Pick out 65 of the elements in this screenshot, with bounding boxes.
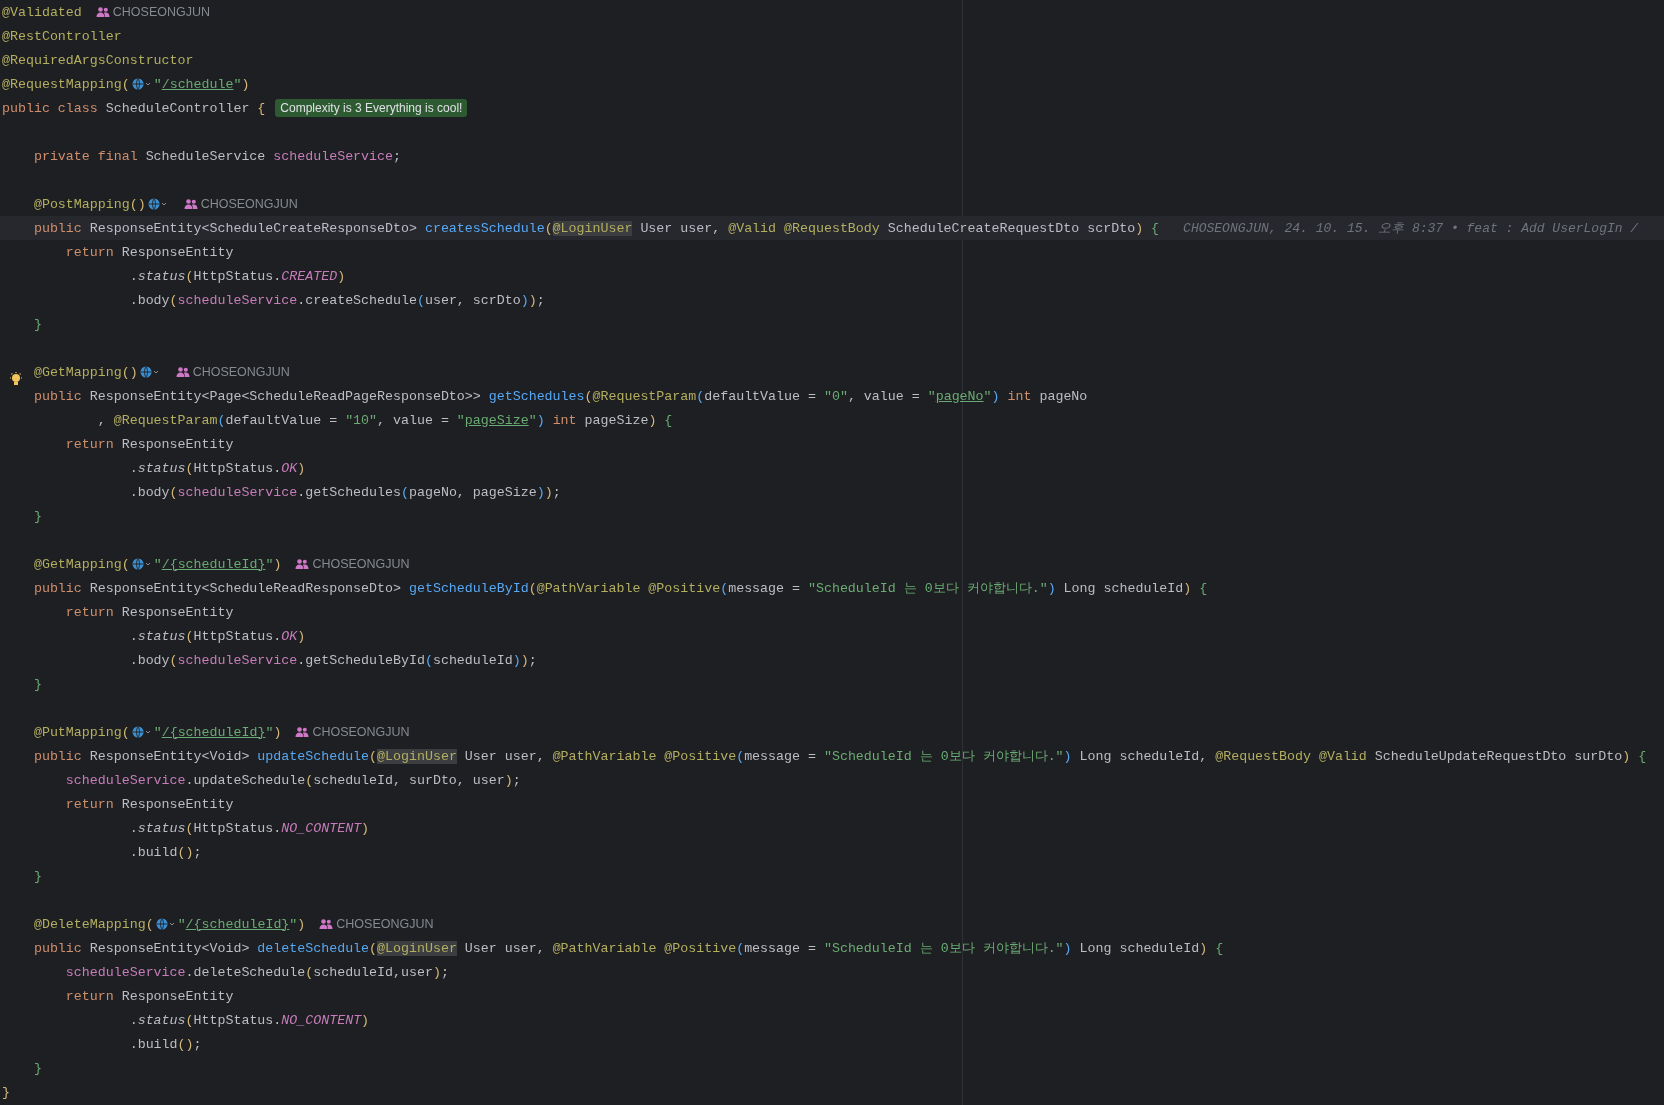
people-icon[interactable] [183, 198, 198, 210]
code-text: return ResponseEntity [64, 436, 234, 452]
complexity-badge: Complexity is 3 Everything is cool! [275, 99, 468, 117]
author-name: CHOSEONGJUN [200, 197, 298, 211]
globe-icon[interactable] [130, 725, 153, 739]
code-text: } [32, 508, 42, 524]
globe-icon[interactable] [154, 917, 177, 931]
globe-icon[interactable] [138, 365, 161, 379]
code-text: @DeleteMapping( [32, 916, 154, 932]
blame-annotation: CHOSEONGJUN, 24. 10. 15. 오후 8:37 • feat : Add UserLogIn / [1183, 220, 1639, 237]
people-icon[interactable] [95, 6, 110, 18]
code-text: @Validated [2, 4, 82, 20]
code-text: scheduleService.updateSchedule(scheduleId, surDto, user); [64, 772, 521, 788]
code-text: .status(HttpStatus.NO_CONTENT) [128, 1012, 370, 1028]
code-text: return ResponseEntity [64, 604, 234, 620]
code-text: public class ScheduleController { [2, 100, 266, 116]
code-text: @GetMapping( [32, 556, 130, 572]
code-text: return ResponseEntity [64, 988, 234, 1004]
code-text: } [32, 1060, 42, 1076]
code-text: , @RequestParam(defaultValue = "10", value = "pageSize") int pageSize) { [96, 412, 673, 428]
globe-icon[interactable] [130, 77, 153, 91]
code-text: "/{scheduleId}") [177, 916, 306, 932]
code-text: @RestController [2, 28, 122, 44]
code-text: return ResponseEntity [64, 244, 234, 260]
code-text: } [32, 868, 42, 884]
author-name: CHOSEONGJUN [192, 365, 290, 379]
code-text: "/{scheduleId}") [153, 724, 282, 740]
code-text: @RequiredArgsConstructor [2, 52, 194, 68]
code-text: public ResponseEntity<Void> deleteSchedule(@LoginUser User user, @PathVariable @Positive(message = "ScheduleId 는 0보다 커야합니다.") Long scheduleId) { [32, 940, 1224, 957]
author-name: CHOSEONGJUN [336, 917, 434, 931]
author-name: CHOSEONGJUN [312, 557, 410, 571]
code-text: scheduleService.deleteSchedule(scheduleId,user); [64, 964, 449, 980]
code-text: .status(HttpStatus.NO_CONTENT) [128, 820, 370, 836]
code-text: .body(scheduleService.getSchedules(pageNo, pageSize)); [128, 484, 561, 500]
globe-icon[interactable] [130, 557, 153, 571]
people-icon[interactable] [319, 918, 334, 930]
people-icon[interactable] [295, 726, 310, 738]
code-text: .build(); [128, 844, 202, 860]
code-text: return ResponseEntity [64, 796, 234, 812]
code-text: "/schedule") [153, 76, 250, 92]
code-text: @PutMapping( [32, 724, 130, 740]
code-text: public ResponseEntity<ScheduleReadResponseDto> getScheduleById(@PathVariable @Positive(message = "ScheduleId 는 0보다 커야합니다.") Long scheduleId) { [32, 580, 1208, 597]
code-text: .body(scheduleService.getScheduleById(scheduleId)); [128, 652, 537, 668]
code-text: .status(HttpStatus.OK) [128, 628, 306, 644]
code-text: } [2, 1084, 10, 1100]
code-text: @RequestMapping( [2, 76, 130, 92]
code-text: } [32, 676, 42, 692]
code-text: "/{scheduleId}") [153, 556, 282, 572]
author-name: CHOSEONGJUN [112, 5, 211, 19]
code-text: @GetMapping() [32, 364, 138, 380]
code-text: public ResponseEntity<ScheduleCreateResponseDto> createsSchedule(@LoginUser User user, @Valid @RequestBody ScheduleCreateRequestDto scrDto) { [32, 220, 1160, 236]
author-name: CHOSEONGJUN [312, 725, 410, 739]
globe-icon[interactable] [146, 197, 169, 211]
lightbulb-icon[interactable] [9, 372, 23, 388]
code-text: .body(scheduleService.createSchedule(user, scrDto)); [128, 292, 545, 308]
code-text: .status(HttpStatus.OK) [128, 460, 306, 476]
code-text: private final ScheduleService scheduleService; [32, 148, 401, 164]
people-icon[interactable] [295, 558, 310, 570]
code-text: .status(HttpStatus.CREATED) [128, 268, 346, 284]
code-text: public ResponseEntity<Page<ScheduleReadPageResponseDto>> getSchedules(@RequestParam(defaultValue = "0", value = "pageNo") int pageNo [32, 388, 1088, 404]
people-icon[interactable] [175, 366, 190, 378]
code-text: .build(); [128, 1036, 202, 1052]
code-text: } [32, 316, 42, 332]
code-text: @PostMapping() [32, 196, 146, 212]
code-text: public ResponseEntity<Void> updateSchedule(@LoginUser User user, @PathVariable @Positive(message = "ScheduleId 는 0보다 커야합니다.") Long scheduleId, @RequestBody @Valid ScheduleUpdateRequestDto surDto) { [32, 748, 1647, 765]
